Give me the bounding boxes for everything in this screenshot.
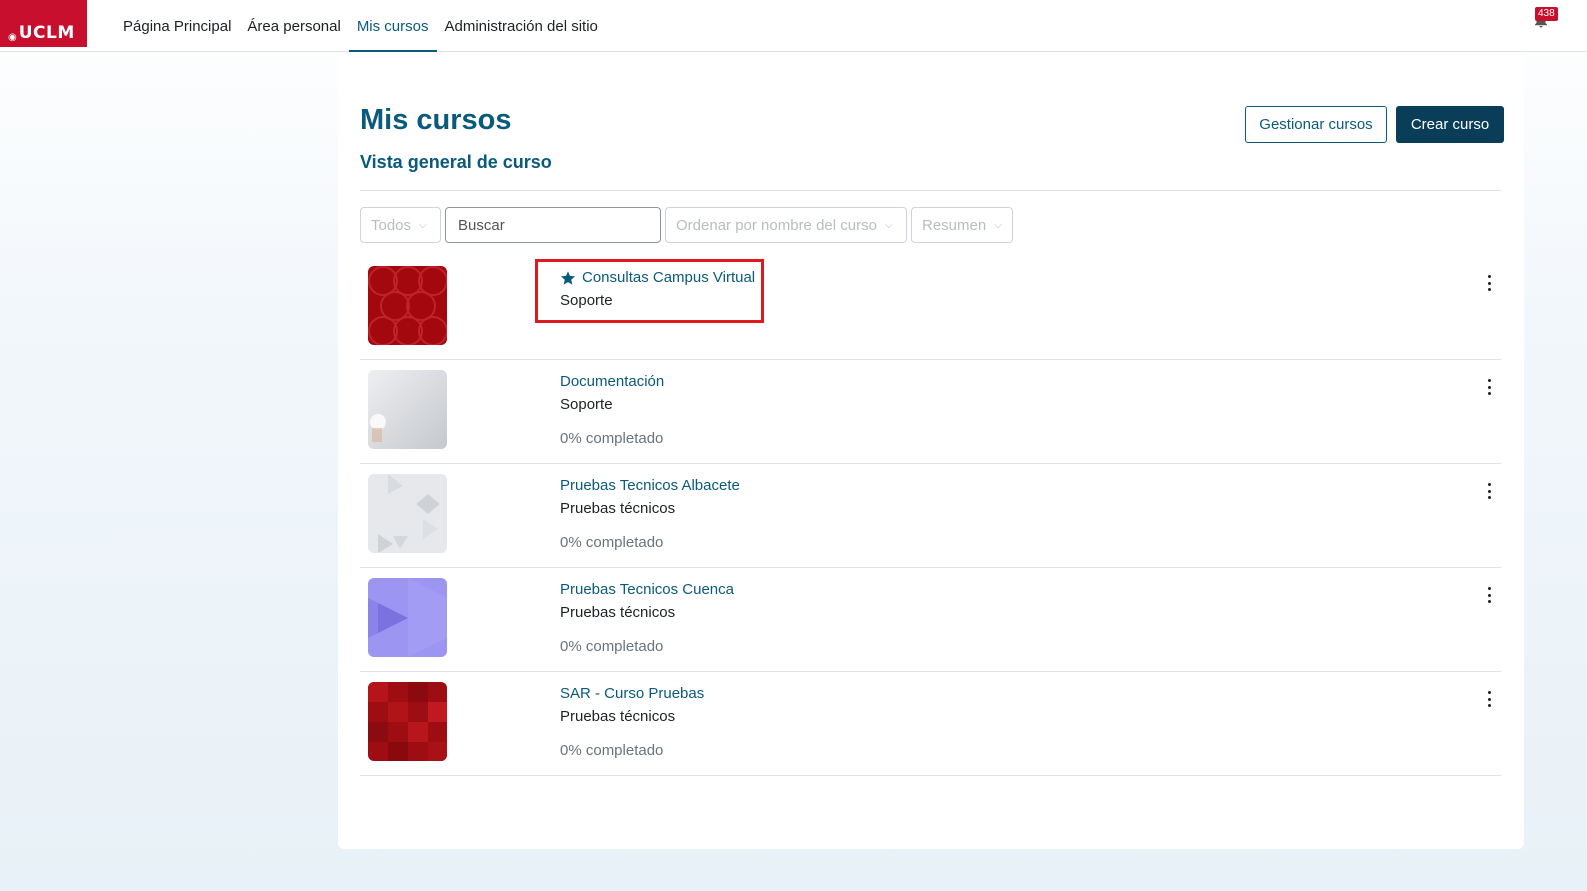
course-name-text: Pruebas Tecnicos Albacete bbox=[560, 477, 740, 494]
more-options-icon[interactable] bbox=[1482, 690, 1496, 708]
course-item: Consultas Campus Virtual Soporte bbox=[360, 256, 1501, 360]
nav-item-administracion[interactable]: Administración del sitio bbox=[437, 0, 606, 52]
course-item: Documentación Soporte 0% completado bbox=[360, 360, 1501, 464]
more-options-icon[interactable] bbox=[1482, 482, 1496, 500]
manage-courses-button[interactable]: Gestionar cursos bbox=[1245, 106, 1387, 143]
more-options-icon[interactable] bbox=[1482, 586, 1496, 604]
top-navbar: ◉ UCLM Página Principal Área personal Mi… bbox=[0, 0, 1587, 53]
search-input[interactable] bbox=[445, 207, 661, 243]
course-progress: 0% completado bbox=[560, 742, 664, 759]
view-dropdown-label: Resumen bbox=[922, 216, 987, 234]
course-category: Pruebas técnicos bbox=[560, 708, 676, 725]
view-dropdown[interactable]: Resumen ⌵ bbox=[911, 207, 1013, 243]
more-options-icon[interactable] bbox=[1482, 274, 1496, 292]
course-name-text: SAR - Curso Pruebas bbox=[560, 685, 705, 702]
logo-text: UCLM bbox=[18, 23, 75, 43]
create-course-button[interactable]: Crear curso bbox=[1396, 106, 1504, 143]
uclm-logo[interactable]: ◉ UCLM bbox=[0, 0, 87, 47]
course-item: Pruebas Tecnicos Albacete Pruebas técnic… bbox=[360, 464, 1501, 568]
course-name-link[interactable]: SAR - Curso Pruebas bbox=[560, 685, 704, 702]
course-image[interactable] bbox=[368, 578, 447, 657]
course-progress: 0% completado bbox=[560, 638, 664, 655]
course-name-link[interactable]: Consultas Campus Virtual bbox=[560, 269, 755, 286]
course-item: Pruebas Tecnicos Cuenca Pruebas técnicos… bbox=[360, 568, 1501, 672]
nav-item-pagina-principal[interactable]: Página Principal bbox=[115, 0, 239, 52]
course-name-link[interactable]: Documentación bbox=[560, 373, 664, 390]
chevron-down-icon: ⌵ bbox=[419, 219, 427, 231]
more-options-icon[interactable] bbox=[1482, 378, 1496, 396]
chevron-down-icon: ⌵ bbox=[994, 219, 1002, 231]
nav-item-mis-cursos[interactable]: Mis cursos bbox=[348, 0, 437, 53]
course-category: Pruebas técnicos bbox=[560, 500, 676, 517]
course-name-text: Consultas Campus Virtual bbox=[582, 269, 756, 286]
divider bbox=[360, 190, 1501, 191]
course-category: Pruebas técnicos bbox=[560, 604, 676, 621]
course-name-text: Pruebas Tecnicos Cuenca bbox=[560, 581, 734, 598]
grouping-dropdown[interactable]: Todos ⌵ bbox=[360, 207, 441, 243]
course-progress: 0% completado bbox=[560, 534, 664, 551]
course-overview-heading: Vista general de curso bbox=[360, 152, 552, 172]
sort-dropdown[interactable]: Ordenar por nombre del curso ⌵ bbox=[665, 207, 907, 243]
logo-mark-icon: ◉ bbox=[8, 32, 17, 43]
star-icon bbox=[561, 270, 575, 285]
course-name-link[interactable]: Pruebas Tecnicos Cuenca bbox=[560, 581, 734, 598]
course-category: Soporte bbox=[560, 396, 613, 413]
course-category: Soporte bbox=[560, 292, 613, 309]
course-item: SAR - Curso Pruebas Pruebas técnicos 0% … bbox=[360, 672, 1501, 776]
notification-count-badge: 438 bbox=[1535, 7, 1558, 21]
sort-dropdown-label: Ordenar por nombre del curso bbox=[676, 216, 877, 234]
course-progress: 0% completado bbox=[560, 430, 664, 447]
course-image[interactable] bbox=[368, 370, 447, 449]
main-content-card: Mis cursos Gestionar cursos Crear curso … bbox=[338, 52, 1524, 849]
course-image[interactable] bbox=[368, 474, 447, 553]
course-name-link[interactable]: Pruebas Tecnicos Albacete bbox=[560, 477, 740, 494]
chevron-down-icon: ⌵ bbox=[884, 219, 893, 231]
course-image[interactable] bbox=[368, 266, 447, 345]
grouping-dropdown-label: Todos bbox=[371, 216, 412, 234]
course-name-text: Documentación bbox=[560, 373, 665, 390]
course-image[interactable] bbox=[368, 682, 447, 761]
nav-item-area-personal[interactable]: Área personal bbox=[239, 0, 348, 52]
page-title: Mis cursos bbox=[360, 104, 512, 136]
primary-navigation: Página Principal Área personal Mis curso… bbox=[115, 0, 606, 53]
